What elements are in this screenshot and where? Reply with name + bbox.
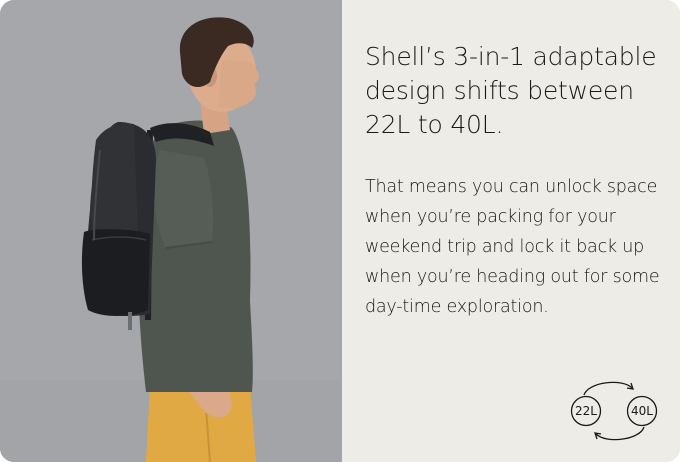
capacity-40l-label: 40L (631, 404, 653, 418)
man-with-backpack-illustration (0, 0, 342, 462)
feature-description: That means you can unlock space when you… (365, 177, 660, 317)
capacity-22l-label: 22L (575, 404, 597, 418)
capacity-cycle-icon: 22L 40L (568, 378, 662, 444)
feature-card: Shell’s 3-in-1 adaptable design shifts b… (0, 0, 680, 462)
feature-headline: Shell’s 3-in-1 adaptable design shifts b… (365, 42, 657, 139)
product-photo (0, 0, 342, 462)
description-panel: Shell’s 3-in-1 adaptable design shifts b… (342, 0, 680, 462)
